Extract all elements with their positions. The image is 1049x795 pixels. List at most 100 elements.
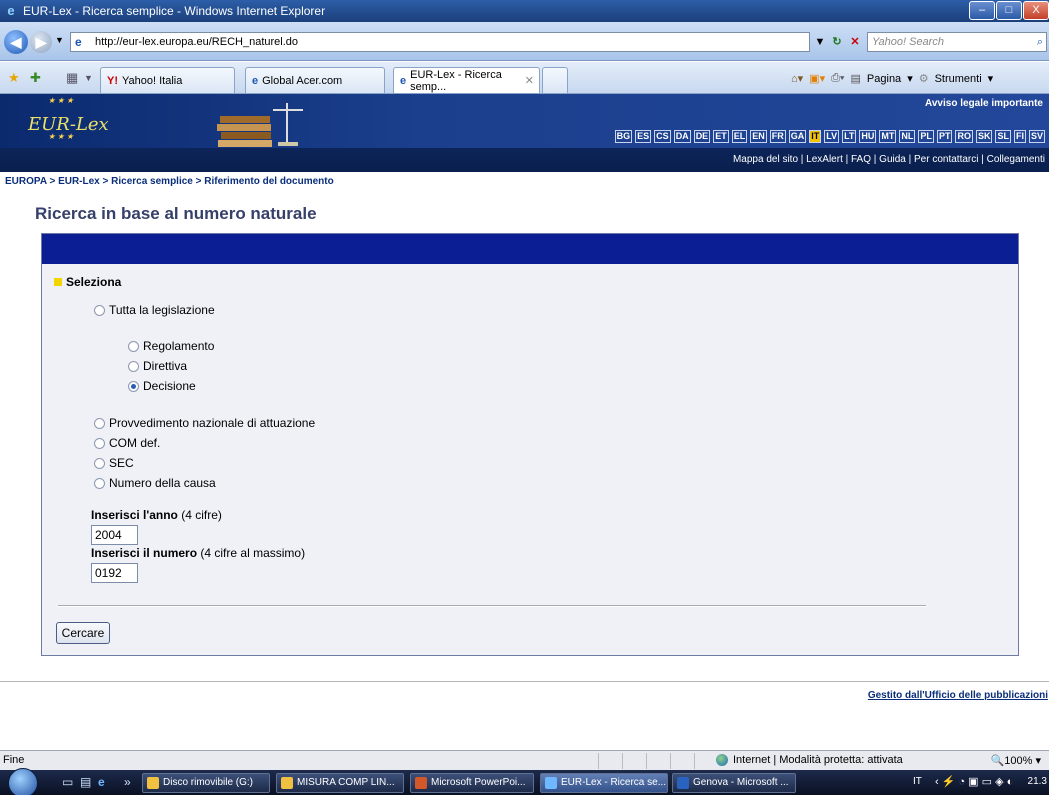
maximize-button[interactable]: □ [996,1,1022,20]
task-disco[interactable]: Disco rimovibile (G:) [142,773,270,793]
radio-button-selected[interactable] [128,380,139,392]
radio-direttiva[interactable]: Direttiva [128,359,187,373]
ie-launch-icon[interactable]: e [98,775,105,789]
favorites-star-icon[interactable]: ★ [8,70,20,86]
language-lt[interactable]: LT [842,130,857,143]
radio-provvedimento[interactable]: Provvedimento nazionale di attuazione [94,416,315,430]
radio-button[interactable] [94,457,105,469]
forward-button[interactable]: ▶ [30,31,52,53]
stop-icon[interactable]: ✕ [847,32,863,52]
language-nl[interactable]: NL [899,130,916,143]
avviso-legale-link[interactable]: Avviso legale importante [925,98,1043,109]
language-da[interactable]: DA [673,130,691,143]
page-menu-icon[interactable]: ▤ [851,72,861,85]
language-pl[interactable]: PL [918,130,934,143]
url-dropdown-icon[interactable]: ▼ [813,32,827,52]
task-eurlex[interactable]: EUR-Lex - Ricerca se... [540,773,668,793]
task-powerpoint[interactable]: Microsoft PowerPoi... [410,773,534,793]
radio-regolamento[interactable]: Regolamento [128,339,214,353]
home-icon[interactable]: ⌂▾ [791,72,803,85]
language-fi[interactable]: FI [1013,130,1026,143]
radio-button[interactable] [128,340,139,352]
radio-com-def[interactable]: COM def. [94,436,160,450]
url-field[interactable]: e http://eur-lex.europa.eu/RECH_naturel.… [70,32,810,52]
language-et[interactable]: ET [713,130,729,143]
task-misura[interactable]: MISURA COMP LIN... [276,773,404,793]
add-favorites-icon[interactable]: ✚ [30,70,41,86]
search-placeholder: Yahoo! Search [872,36,944,48]
back-button[interactable]: ◀ [4,30,28,54]
history-dropdown-icon[interactable]: ▼ [55,35,64,45]
radio-button[interactable] [94,304,105,316]
language-fr[interactable]: FR [769,130,786,143]
radio-tutta-legislazione[interactable]: Tutta la legislazione [94,303,215,317]
tray-icons[interactable]: ‹ ⚡ ◔ ▣ ▭ ◈ ◐ [935,775,1013,788]
more-icon[interactable]: » [124,775,131,789]
status-bar: Fine Internet | Modalità protetta: attiv… [0,750,1049,770]
show-desktop-icon[interactable]: ▭ [62,775,73,789]
top-links[interactable]: Mappa del sito | LexAlert | FAQ | Guida … [733,154,1045,165]
radio-decisione[interactable]: Decisione [128,379,196,393]
numero-field[interactable]: 0192 [91,563,138,583]
radio-sec[interactable]: SEC [94,456,134,470]
close-tab-icon[interactable]: ✕ [525,74,534,87]
task-word[interactable]: Genova - Microsoft ... [672,773,796,793]
switch-windows-icon[interactable]: ▤ [80,775,91,789]
clock[interactable]: 21.3 [1028,776,1047,787]
language-bg[interactable]: BG [614,130,633,143]
start-button[interactable] [8,768,38,795]
radio-button[interactable] [94,437,105,449]
language-ro[interactable]: RO [955,130,973,143]
zoom-level[interactable]: 🔍100% ▾ [991,754,1041,767]
language-mt[interactable]: MT [879,130,897,143]
language-pt[interactable]: PT [936,130,953,143]
language-el[interactable]: EL [731,130,748,143]
tab-yahoo[interactable]: Y! Yahoo! Italia [100,67,235,93]
language-es[interactable]: ES [635,130,652,143]
strumenti-menu[interactable]: Strumenti [935,73,982,85]
minimize-button[interactable]: – [969,1,995,20]
new-tab-button[interactable] [542,67,568,93]
language-de[interactable]: DE [693,130,711,143]
security-zone[interactable]: Internet | Modalità protetta: attivata [716,754,903,766]
language-sl[interactable]: SL [995,130,1011,143]
numero-label: Inserisci il numero (4 cifre al massimo) [91,546,305,560]
print-icon[interactable]: ⎙▾ [831,72,844,85]
language-ga[interactable]: GA [788,130,807,143]
eurlex-logo[interactable]: ★★★ EUR-Lex ★★★ [18,96,128,142]
language-it[interactable]: IT [809,130,822,143]
anno-field[interactable]: 2004 [91,525,138,545]
footer-divider [0,681,1049,682]
refresh-icon[interactable]: ↻ [829,32,845,52]
search-input[interactable]: Yahoo! Search ⌕ [867,32,1047,52]
cercare-button[interactable]: Cercare [56,622,110,644]
radio-button[interactable] [128,360,139,372]
tab-list-icon[interactable]: ▼ [84,73,93,83]
language-sv[interactable]: SV [1028,130,1045,143]
feeds-icon[interactable]: ▣▾ [809,72,825,85]
radio-button[interactable] [94,477,105,489]
language-lv[interactable]: LV [824,130,840,143]
language-en[interactable]: EN [750,130,767,143]
eu-stars-icon: ★★★ [48,96,76,105]
tab-acer[interactable]: e Global Acer.com [245,67,385,93]
task-label: EUR-Lex - Ricerca se... [561,777,667,788]
language-cs[interactable]: CS [654,130,671,143]
ie-page-icon: e [252,74,259,87]
language-sk[interactable]: SK [975,130,993,143]
footer-link[interactable]: Gestito dall'Ufficio delle pubblicazioni [868,690,1048,701]
divider [58,605,926,607]
pagina-menu[interactable]: Pagina [867,73,901,85]
tab-eurlex[interactable]: e EUR-Lex - Ricerca semp... ✕ [393,67,540,93]
radio-numero-causa[interactable]: Numero della causa [94,476,216,490]
yahoo-icon: Y! [107,74,118,87]
breadcrumb[interactable]: EUROPA > EUR-Lex > Ricerca semplice > Ri… [5,176,334,187]
radio-label: SEC [109,456,134,470]
ie-page-icon: e [400,74,407,87]
radio-button[interactable] [94,417,105,429]
language-indicator[interactable]: IT [913,776,922,787]
language-hu[interactable]: HU [859,130,877,143]
quick-tabs-icon[interactable]: ▦ [66,70,78,86]
search-icon[interactable]: ⌕ [1037,33,1043,51]
close-button[interactable]: X [1023,1,1049,20]
